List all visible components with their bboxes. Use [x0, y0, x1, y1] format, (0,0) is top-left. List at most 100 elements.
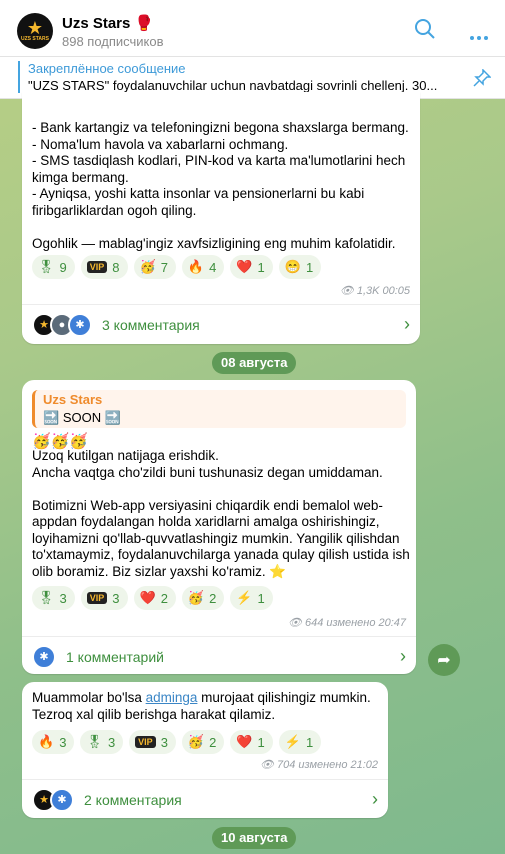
reaction-emoji-icon: ❤️	[236, 734, 253, 749]
comments-button[interactable]: ★ ✱ 2 комментария ›	[22, 779, 388, 819]
reaction-chip[interactable]: 🔥 3	[32, 730, 75, 754]
edited-label: изменено	[326, 616, 376, 629]
admin-link[interactable]: adminga	[146, 690, 198, 705]
reaction-chip[interactable]: VIP 3	[129, 730, 176, 754]
reaction-emoji-icon: 🔥	[187, 259, 205, 274]
reaction-count: 3	[160, 734, 168, 750]
comments-count: 2 комментария	[84, 791, 182, 808]
reaction-count: 2	[209, 590, 217, 606]
reaction-count: 3	[112, 590, 120, 606]
reaction-count: 1	[257, 259, 265, 275]
chevron-right-icon: ›	[400, 646, 406, 666]
reaction-emoji-icon: VIP	[135, 736, 156, 748]
reaction-chip[interactable]: 😁 1	[278, 255, 322, 279]
message-text: Uzoq kutilgan natijaga erishdik. Ancha v…	[32, 448, 410, 579]
message-time: 00:05	[382, 284, 410, 297]
reaction-count: 2	[209, 734, 217, 750]
commenter-avatar: ✱	[50, 787, 74, 812]
message-text: Muammolar bo'lsa adminga murojaat qilish…	[32, 690, 371, 722]
reaction-emoji-icon: VIP	[86, 261, 108, 273]
commenter-avatar: ✱	[32, 644, 56, 669]
reaction-count: 1	[257, 734, 265, 750]
reactions-bar: 🎖 3 VIP 3 ❤️ 2 🥳 2 ⚡ 1	[32, 586, 273, 610]
reaction-count: 3	[59, 734, 67, 750]
reaction-emoji-icon: 🎖	[38, 590, 55, 605]
comments-button[interactable]: ★ ● ✱ 3 комментария ›	[22, 304, 420, 344]
eye-icon: 👁	[288, 617, 302, 629]
reaction-emoji-icon: 🎖	[38, 259, 55, 274]
reaction-chip[interactable]: ❤️ 1	[230, 255, 273, 279]
reaction-emoji-icon: 🥳	[187, 590, 205, 605]
message-post[interactable]: Muammolar bo'lsa adminga murojaat qilish…	[22, 682, 388, 818]
comments-button[interactable]: ✱ 1 комментарий ›	[22, 636, 416, 676]
edited-label: изменено	[298, 758, 348, 771]
message-time: 20:47	[378, 616, 406, 629]
pinned-title: Закреплённое сообщение	[28, 61, 186, 76]
reactions-bar: 🔥 3 🎖 3 VIP 3 🥳 2 ❤️ 1 ⚡ 1	[32, 730, 322, 754]
channel-avatar[interactable]: ★ UZS STARS	[17, 13, 53, 49]
reaction-chip[interactable]: 🎖 3	[32, 586, 75, 610]
message-meta: 👁 644 изменено 20:47	[288, 616, 406, 630]
reaction-emoji-icon: 🥳	[187, 734, 205, 749]
reaction-chip[interactable]: ⚡ 1	[278, 730, 322, 754]
more-options-icon[interactable]	[470, 27, 488, 43]
reaction-chip[interactable]: ❤️ 1	[230, 730, 273, 754]
star-icon: ★	[26, 18, 44, 38]
message-time: 21:02	[350, 758, 378, 771]
date-separator: 10 августа	[212, 827, 297, 849]
reaction-chip[interactable]: ❤️ 2	[133, 586, 176, 610]
pin-list-icon[interactable]	[473, 68, 492, 90]
reaction-count: 9	[59, 259, 67, 275]
reaction-emoji-icon: VIP	[86, 592, 108, 604]
reaction-chip[interactable]: 🎖 3	[80, 730, 124, 754]
reaction-emoji-icon: ⚡	[236, 590, 253, 605]
reaction-emoji-icon: 🔥	[38, 734, 55, 749]
reaction-chip[interactable]: 🥳 7	[133, 255, 176, 279]
pinned-text: "UZS STARS" foydalanuvchilar uchun navba…	[28, 78, 438, 93]
message-meta: 👁 1,3K 00:05	[340, 284, 410, 298]
reaction-chip[interactable]: ⚡ 1	[230, 586, 273, 610]
message-text: - Bank kartangiz va telefoningizni begon…	[32, 120, 409, 251]
date-separator: 08 августа	[212, 352, 297, 374]
reaction-emoji-icon: ❤️	[236, 259, 253, 274]
reply-preview[interactable]: Uzs Stars 🔜 SOON 🔜	[32, 390, 406, 428]
reply-author: Uzs Stars	[43, 392, 103, 407]
reaction-emoji-icon: 🎖	[86, 734, 103, 749]
reaction-emoji-icon: 🥳	[139, 259, 156, 274]
reaction-count: 3	[59, 590, 67, 606]
reaction-count: 1	[257, 590, 265, 606]
view-count: 1,3K	[356, 284, 380, 297]
avatar-label: UZS STARS	[21, 36, 49, 42]
message-post[interactable]: - Bank kartangiz va telefoningizni begon…	[22, 92, 420, 344]
chat-header: ★ UZS STARS Uzs Stars 🥊 898 подписчиков	[0, 0, 505, 57]
reaction-chip[interactable]: 🔥 4	[181, 255, 225, 279]
subscriber-count: 898 подписчиков	[62, 34, 164, 49]
comments-count: 3 комментария	[102, 316, 200, 333]
reaction-chip[interactable]: 🥳 2	[181, 586, 225, 610]
reaction-count: 4	[209, 259, 217, 275]
message-meta: 👁 704 изменено 21:02	[260, 758, 378, 772]
commenter-avatar: ✱	[68, 312, 92, 337]
reaction-count: 1	[305, 734, 314, 750]
reaction-count: 3	[107, 734, 116, 750]
channel-title[interactable]: Uzs Stars 🥊	[62, 14, 153, 32]
share-icon[interactable]: ➦	[428, 644, 460, 676]
reaction-count: 8	[112, 259, 120, 275]
reaction-chip[interactable]: 🥳 2	[181, 730, 225, 754]
reaction-emoji-icon: ⚡	[284, 734, 301, 749]
comments-count: 1 комментарий	[66, 648, 164, 665]
reaction-emoji-icon: 😁	[284, 259, 301, 274]
reaction-count: 2	[160, 590, 168, 606]
view-count: 704	[277, 758, 296, 771]
reaction-emoji-icon: ❤️	[139, 590, 156, 605]
reaction-chip[interactable]: VIP 3	[80, 586, 128, 610]
reactions-bar: 🎖 9 VIP 8 🥳 7 🔥 4 ❤️ 1 😁 1	[32, 255, 322, 279]
reaction-chip[interactable]: VIP 8	[80, 255, 128, 279]
reaction-chip[interactable]: 🎖 9	[32, 255, 75, 279]
message-post[interactable]: Uzs Stars 🔜 SOON 🔜 🥳🥳🥳 Uzoq kutilgan nat…	[22, 380, 416, 674]
chevron-right-icon: ›	[372, 789, 378, 809]
search-icon[interactable]	[414, 18, 436, 43]
chevron-right-icon: ›	[404, 314, 410, 334]
view-count: 644	[305, 616, 324, 629]
eye-icon: 👁	[260, 759, 274, 771]
